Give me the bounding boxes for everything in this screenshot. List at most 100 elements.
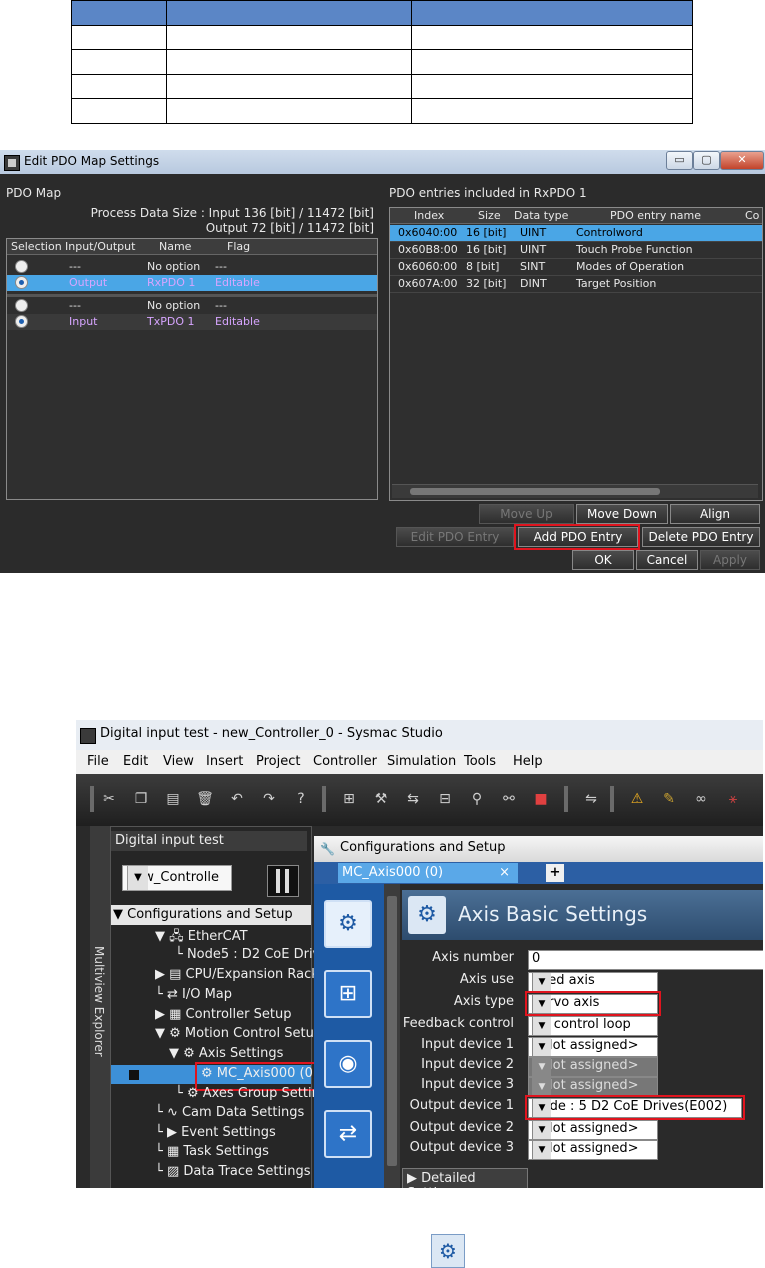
move-up-button[interactable]: Move Up [479, 504, 574, 524]
ok-button[interactable]: OK [572, 550, 634, 570]
cancel-button[interactable]: Cancel [636, 550, 698, 570]
chevron-down-icon[interactable]: ▼ [532, 1078, 551, 1096]
tree-item-node5[interactable]: └ Node5 : D2 CoE Drive [175, 947, 328, 966]
input-device-3-select[interactable]: <Not assigned> ▼ [528, 1077, 658, 1097]
warning-icon[interactable]: ⚠ [628, 790, 646, 808]
menu-tools[interactable]: Tools [464, 754, 496, 769]
horizontal-scrollbar[interactable] [392, 484, 758, 498]
tree-item-data-trace[interactable]: └ ▨ Data Trace Settings [155, 1164, 311, 1183]
edit-pdo-entry-button[interactable]: Edit PDO Entry [396, 527, 514, 547]
pdo-map-row[interactable]: --- No option --- [7, 259, 377, 275]
column-header[interactable]: PDO entry name [610, 209, 701, 222]
tree-item-cam-data[interactable]: └ ∿ Cam Data Settings [155, 1105, 304, 1124]
position-count-icon[interactable]: ⇄ [324, 1110, 372, 1158]
chevron-down-icon[interactable]: ▼ [532, 1038, 551, 1056]
chevron-down-icon[interactable]: ▼ [127, 866, 148, 890]
apply-button[interactable]: Apply [700, 550, 760, 570]
tab-mc-axis000[interactable]: MC_Axis000 (0) × [338, 863, 518, 883]
tree-item-event-settings[interactable]: └ ▶ Event Settings [155, 1125, 276, 1144]
tree-item-motion-control[interactable]: ▼ ⚙ Motion Control Setup [155, 1026, 322, 1045]
column-header[interactable]: Index [414, 209, 444, 222]
chevron-down-icon[interactable]: ▼ [532, 1058, 551, 1076]
stop-icon[interactable]: ■ [532, 790, 550, 808]
pdo-entry-row[interactable]: 0x607A:00 32 [bit] DINT Target Position [390, 276, 762, 293]
move-down-button[interactable]: Move Down [576, 504, 668, 524]
chevron-down-icon[interactable]: ▼ [532, 1017, 551, 1035]
feedback-control-select[interactable]: No control loop ▼ [528, 1016, 658, 1036]
tree-item-cpu-racks[interactable]: ▶ ▤ CPU/Expansion Racks [155, 967, 326, 986]
operation-settings-icon[interactable]: ◉ [324, 1040, 372, 1088]
tree-section-header[interactable]: ▼ Configurations and Setup [111, 905, 311, 925]
menu-help[interactable]: Help [513, 754, 543, 769]
build-icon[interactable]: ⚒ [372, 790, 390, 808]
online-icon[interactable]: ⇋ [582, 790, 600, 808]
menu-controller[interactable]: Controller [313, 754, 377, 769]
pdo-entry-row[interactable]: 0x60B8:00 16 [bit] UINT Touch Probe Func… [390, 242, 762, 259]
maximize-button[interactable]: ▢ [693, 151, 720, 170]
copy-icon[interactable]: ❐ [132, 790, 150, 808]
column-header[interactable]: Input/Output [65, 240, 135, 253]
column-header[interactable]: Flag [227, 240, 250, 253]
simulation-icon[interactable]: ⚹ [724, 790, 742, 808]
selection-radio[interactable] [15, 315, 28, 328]
chevron-down-icon[interactable]: ▼ [532, 1141, 551, 1159]
vertical-scrollbar[interactable] [384, 884, 400, 1188]
unit-conversion-icon[interactable]: ⊞ [324, 970, 372, 1018]
axis-number-field[interactable]: 0 [528, 950, 763, 970]
add-tab-button[interactable]: + [546, 864, 564, 882]
align-button[interactable]: Align [670, 504, 760, 524]
glasses-icon[interactable]: ∞ [692, 790, 710, 808]
search-link-icon[interactable]: ⚲ [468, 790, 486, 808]
column-header[interactable]: Size [478, 209, 501, 222]
pdo-map-row[interactable]: --- No option --- [7, 298, 377, 314]
menu-file[interactable]: File [87, 754, 109, 769]
binoculars-icon[interactable]: ⚯ [500, 790, 518, 808]
pdo-map-row-selected[interactable]: Output RxPDO 1 Editable [7, 275, 377, 291]
tree-item-ethercat[interactable]: ▼ 🖧 EtherCAT [155, 927, 248, 946]
column-header[interactable]: Co [745, 209, 759, 222]
menu-insert[interactable]: Insert [206, 754, 243, 769]
cut-icon[interactable]: ✂ [100, 790, 118, 808]
close-icon[interactable]: × [499, 865, 510, 880]
chevron-down-icon[interactable]: ▼ [532, 1121, 551, 1139]
pdo-entry-row[interactable]: 0x6060:00 8 [bit] SINT Modes of Operatio… [390, 259, 762, 276]
pen-icon[interactable]: ✎ [660, 790, 678, 808]
tree-item-task-settings[interactable]: └ ▦ Task Settings [155, 1144, 269, 1163]
selection-radio[interactable] [15, 260, 28, 273]
delete-icon[interactable]: 🗑 [196, 790, 214, 808]
tree-item-io-map[interactable]: └ ⇄ I/O Map [155, 987, 232, 1006]
rebuild-icon[interactable]: ⊞ [340, 790, 358, 808]
close-button[interactable]: ✕ [720, 151, 764, 170]
column-header[interactable]: Data type [514, 209, 568, 222]
input-device-1-select[interactable]: <Not assigned> ▼ [528, 1037, 658, 1057]
tree-item-axes-group[interactable]: └ ⚙ Axes Group Settings [175, 1086, 335, 1105]
detailed-settings-button[interactable]: ▶ Detailed Settings [402, 1168, 528, 1188]
minimize-button[interactable]: ▭ [666, 151, 693, 170]
pdo-map-row[interactable]: Input TxPDO 1 Editable [7, 314, 377, 330]
menu-simulation[interactable]: Simulation [387, 754, 456, 769]
compare-icon[interactable]: ⇆ [404, 790, 422, 808]
input-device-2-select[interactable]: <Not assigned> ▼ [528, 1057, 658, 1077]
help-icon[interactable]: ? [292, 790, 310, 808]
undo-icon[interactable]: ↶ [228, 790, 246, 808]
controller-select[interactable]: new_Controlle ▼ [122, 865, 232, 891]
axis-basic-settings-icon[interactable]: ⚙ [324, 900, 372, 948]
scrollbar-thumb[interactable] [410, 488, 660, 495]
cross-reference-icon[interactable]: ⊟ [436, 790, 454, 808]
delete-pdo-entry-button[interactable]: Delete PDO Entry [642, 527, 760, 547]
redo-icon[interactable]: ↷ [260, 790, 278, 808]
output-device-3-select[interactable]: <Not assigned> ▼ [528, 1140, 658, 1160]
menu-view[interactable]: View [163, 754, 194, 769]
chevron-down-icon[interactable]: ▼ [532, 973, 551, 991]
scrollbar-thumb[interactable] [387, 896, 397, 1166]
menu-edit[interactable]: Edit [123, 754, 148, 769]
menu-project[interactable]: Project [256, 754, 300, 769]
tree-item-controller-setup[interactable]: ▶ ▦ Controller Setup [155, 1007, 291, 1026]
multiview-explorer-tab[interactable]: Multiview Explorer [90, 826, 110, 1188]
axis-use-select[interactable]: Used axis ▼ [528, 972, 658, 992]
output-device-2-select[interactable]: <Not assigned> ▼ [528, 1120, 658, 1140]
column-header[interactable]: Selection [11, 240, 62, 253]
paste-icon[interactable]: ▤ [164, 790, 182, 808]
column-header[interactable]: Name [159, 240, 191, 253]
selection-radio[interactable] [15, 276, 28, 289]
